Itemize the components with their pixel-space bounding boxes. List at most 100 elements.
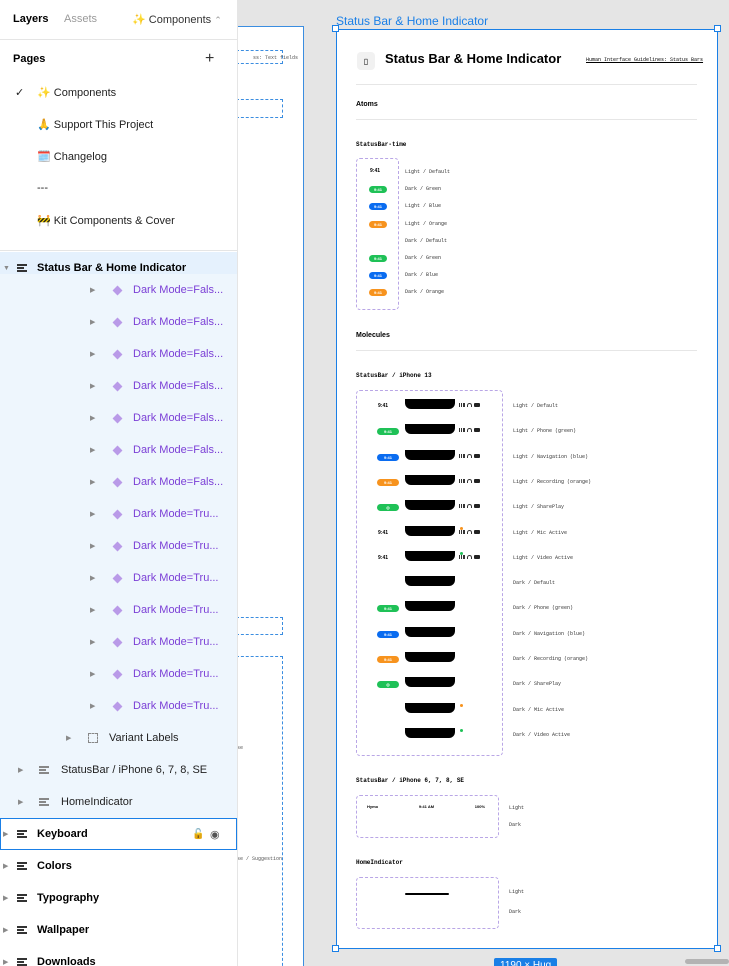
- layer-variant[interactable]: ▶ Dark Mode=Tru...: [0, 594, 237, 626]
- layer-variant-labels[interactable]: ▶ Variant Labels: [0, 722, 237, 754]
- variant-label: Dark / Recording (orange): [513, 656, 589, 662]
- unlock-icon[interactable]: 🔓: [192, 829, 204, 840]
- section-icon: [39, 766, 49, 774]
- privacy-indicator-dot: [460, 728, 463, 732]
- page-item[interactable]: ---: [0, 172, 237, 204]
- section-icon: [17, 926, 27, 934]
- layer-label: Keyboard: [37, 828, 88, 840]
- layer-label: Colors: [37, 860, 72, 872]
- caret-right-icon[interactable]: ▶: [90, 638, 95, 646]
- dynamic-notch: [405, 626, 455, 637]
- variant-label: Light / Orange: [405, 220, 448, 227]
- frame-title: Status Bar & Home Indicator: [385, 51, 562, 66]
- layer-wallpaper[interactable]: ▶ Wallpaper: [0, 914, 237, 946]
- component-variant-icon: [112, 605, 123, 615]
- page-item[interactable]: ✓ ✨ Components: [0, 76, 237, 108]
- signal-icon: [459, 403, 465, 407]
- page-item[interactable]: 🗓️ Changelog: [0, 140, 237, 172]
- layer-variant[interactable]: ▶ Dark Mode=Tru...: [0, 562, 237, 594]
- frame-label[interactable]: Status Bar & Home Indicator: [336, 14, 488, 28]
- phone-icon: ▯: [357, 52, 375, 70]
- page-item[interactable]: 🚧 Kit Components & Cover: [0, 204, 237, 236]
- caret-right-icon[interactable]: ▶: [90, 478, 95, 486]
- tab-layers[interactable]: Layers: [13, 13, 48, 25]
- signal-icon: [459, 478, 465, 483]
- caret-right-icon[interactable]: ▶: [3, 894, 8, 902]
- component-variant-icon: [112, 477, 123, 487]
- caret-right-icon[interactable]: ▶: [18, 766, 23, 774]
- caret-right-icon[interactable]: ▶: [18, 798, 23, 806]
- caret-right-icon[interactable]: ▶: [66, 734, 71, 742]
- caret-right-icon[interactable]: ▶: [90, 702, 95, 710]
- layer-variant[interactable]: ▶ Dark Mode=Fals...: [0, 402, 237, 434]
- resize-handle[interactable]: [332, 945, 339, 952]
- layer-colors[interactable]: ▶ Colors: [0, 850, 237, 882]
- caret-right-icon[interactable]: ▶: [90, 510, 95, 518]
- battery-icon: [474, 428, 480, 433]
- caret-right-icon[interactable]: ▶: [3, 926, 8, 934]
- component-variant-icon: [112, 445, 123, 455]
- variant-label: Light / Mic Active: [513, 529, 568, 536]
- section-icon: [17, 830, 27, 838]
- caret-right-icon[interactable]: ▶: [90, 286, 95, 294]
- layer-variant[interactable]: ▶ Dark Mode=Fals...: [0, 370, 237, 402]
- page-item[interactable]: 🙏 Support This Project: [0, 108, 237, 140]
- ghost-text: se / Suggestion: [237, 856, 283, 862]
- section-icon: [17, 862, 27, 870]
- layer-variant[interactable]: ▶ Dark Mode=Fals...: [0, 434, 237, 466]
- wifi-icon: [467, 504, 472, 509]
- variant-label: Dark: [509, 909, 522, 915]
- layer-variant[interactable]: ▶ Dark Mode=Fals...: [0, 274, 237, 306]
- caret-right-icon[interactable]: ▶: [90, 446, 95, 454]
- layer-statusbar-iphone678[interactable]: ▶ StatusBar / iPhone 6, 7, 8, SE: [0, 754, 237, 786]
- eye-icon[interactable]: ◉: [210, 828, 220, 841]
- resize-handle[interactable]: [332, 25, 339, 32]
- layer-variant[interactable]: ▶ Dark Mode=Tru...: [0, 690, 237, 722]
- tab-assets[interactable]: Assets: [64, 13, 97, 25]
- main-frame[interactable]: ▯ Status Bar & Home Indicator Human Inte…: [336, 29, 718, 949]
- iphone13-heading: StatusBar / iPhone 13: [356, 372, 432, 379]
- layer-variant[interactable]: ▶ Dark Mode=Tru...: [0, 658, 237, 690]
- component-variant-icon: [112, 349, 123, 359]
- resize-handle[interactable]: [714, 25, 721, 32]
- component-variant-icon: [112, 509, 123, 519]
- layer-variant[interactable]: ▶ Dark Mode=Tru...: [0, 530, 237, 562]
- component-variant-icon: [112, 573, 123, 583]
- wifi-icon: [467, 554, 472, 559]
- privacy-indicator-dot: [460, 703, 463, 707]
- caret-down-icon[interactable]: ▼: [3, 265, 10, 272]
- plus-icon[interactable]: +: [205, 50, 214, 68]
- layer-variant[interactable]: ▶ Dark Mode=Tru...: [0, 626, 237, 658]
- time-pill: 9:41: [369, 289, 387, 297]
- caret-right-icon[interactable]: ▶: [3, 862, 8, 870]
- caret-right-icon[interactable]: ▶: [90, 350, 95, 358]
- layer-typography[interactable]: ▶ Typography: [0, 882, 237, 914]
- layer-label: Dark Mode=Fals...: [133, 284, 224, 296]
- caret-right-icon[interactable]: ▶: [90, 606, 95, 614]
- layer-variant[interactable]: ▶ Dark Mode=Fals...: [0, 466, 237, 498]
- layer-label: Dark Mode=Fals...: [133, 412, 224, 424]
- component-variant-icon: [112, 413, 123, 423]
- layer-variant[interactable]: ▶ Dark Mode=Fals...: [0, 306, 237, 338]
- caret-right-icon[interactable]: ▶: [3, 830, 8, 838]
- page-selector[interactable]: ✨ Components ⌃: [132, 13, 222, 26]
- layer-downloads[interactable]: ▶ Downloads: [0, 946, 237, 966]
- component-variant-icon: [112, 669, 123, 679]
- layer-home-indicator[interactable]: ▶ HomeIndicator: [0, 786, 237, 818]
- horizontal-scrollbar[interactable]: [685, 959, 729, 964]
- caret-right-icon[interactable]: ▶: [3, 958, 8, 966]
- hig-link[interactable]: Human Interface Guidelines: Status Bars: [586, 57, 703, 63]
- layer-variant[interactable]: ▶ Dark Mode=Fals...: [0, 338, 237, 370]
- caret-right-icon[interactable]: ▶: [90, 542, 95, 550]
- time-pill: 9:41: [377, 630, 399, 638]
- resize-handle[interactable]: [714, 945, 721, 952]
- caret-right-icon[interactable]: ▶: [90, 414, 95, 422]
- caret-right-icon[interactable]: ▶: [90, 670, 95, 678]
- caret-right-icon[interactable]: ▶: [90, 382, 95, 390]
- caret-right-icon[interactable]: ▶: [90, 574, 95, 582]
- time-text: 9:41: [378, 403, 389, 409]
- layer-keyboard[interactable]: ▶ Keyboard 🔓 ◉: [0, 818, 237, 850]
- caret-right-icon[interactable]: ▶: [90, 318, 95, 326]
- layer-variant[interactable]: ▶ Dark Mode=Tru...: [0, 498, 237, 530]
- battery-icon: [474, 453, 480, 458]
